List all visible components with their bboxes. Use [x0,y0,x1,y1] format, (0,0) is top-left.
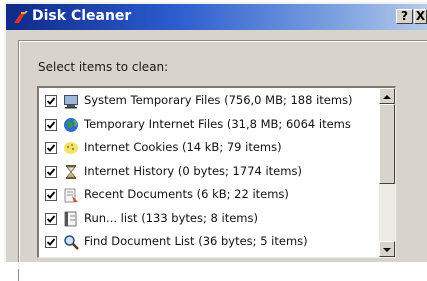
item-label: System Temporary Files (756,0 MB; 188 it… [84,93,353,107]
cookie-icon [63,140,79,156]
run-list-icon [63,211,79,227]
list-item[interactable]: Run... list (133 bytes; 8 items) [39,208,379,230]
clean-items-list[interactable]: System Temporary Files (756,0 MB; 188 it… [37,86,396,258]
scroll-down-button[interactable] [379,241,395,257]
list-item[interactable]: Internet Cookies (14 kB; 79 items) [39,137,379,159]
select-items-label: Select items to clean: [38,60,169,74]
list-item[interactable]: Find Document List (36 bytes; 5 items) [39,231,379,253]
hourglass-icon [63,164,79,180]
item-label: Internet Cookies (14 kB; 79 items) [84,140,282,154]
item-label: Internet History (0 bytes; 1774 items) [84,163,302,178]
item-checkbox[interactable] [45,95,57,107]
list-item[interactable]: Temporary Internet Files (31,8 MB; 6064 … [39,114,379,136]
item-checkbox[interactable] [45,236,57,248]
item-label: Recent Documents (6 kB; 22 items) [84,187,289,201]
item-checkbox[interactable] [45,189,57,201]
magnifier-icon [63,234,79,250]
item-label: Temporary Internet Files (31,8 MB; 6064 … [84,116,351,131]
close-button[interactable]: X [414,9,427,24]
item-checkbox[interactable] [45,165,57,178]
list-item[interactable]: Recent Documents (6 kB; 22 items) [39,184,379,206]
item-label: Find Document List (36 bytes; 5 items) [84,234,308,248]
help-button[interactable]: ? [396,9,413,24]
item-checkbox[interactable] [45,142,57,154]
scroll-thumb[interactable] [379,104,395,184]
system-temp-folder-icon [63,93,79,109]
vertical-scrollbar[interactable] [379,88,395,257]
title-bar[interactable]: Disk Cleaner ? X [6,4,427,30]
recent-documents-icon [63,187,79,203]
list-item[interactable]: Internet History (0 bytes; 1774 items) [39,161,379,183]
app-icon [12,10,28,24]
item-label: Run... list (133 bytes; 8 items) [84,210,258,225]
list-item[interactable]: System Temporary Files (756,0 MB; 188 it… [39,90,379,112]
background-margin-bottom [0,262,427,269]
item-checkbox[interactable] [45,118,57,131]
internet-globe-icon [63,117,79,133]
window-title: Disk Cleaner [32,8,132,24]
scroll-up-button[interactable] [379,88,395,104]
item-checkbox[interactable] [45,212,57,225]
